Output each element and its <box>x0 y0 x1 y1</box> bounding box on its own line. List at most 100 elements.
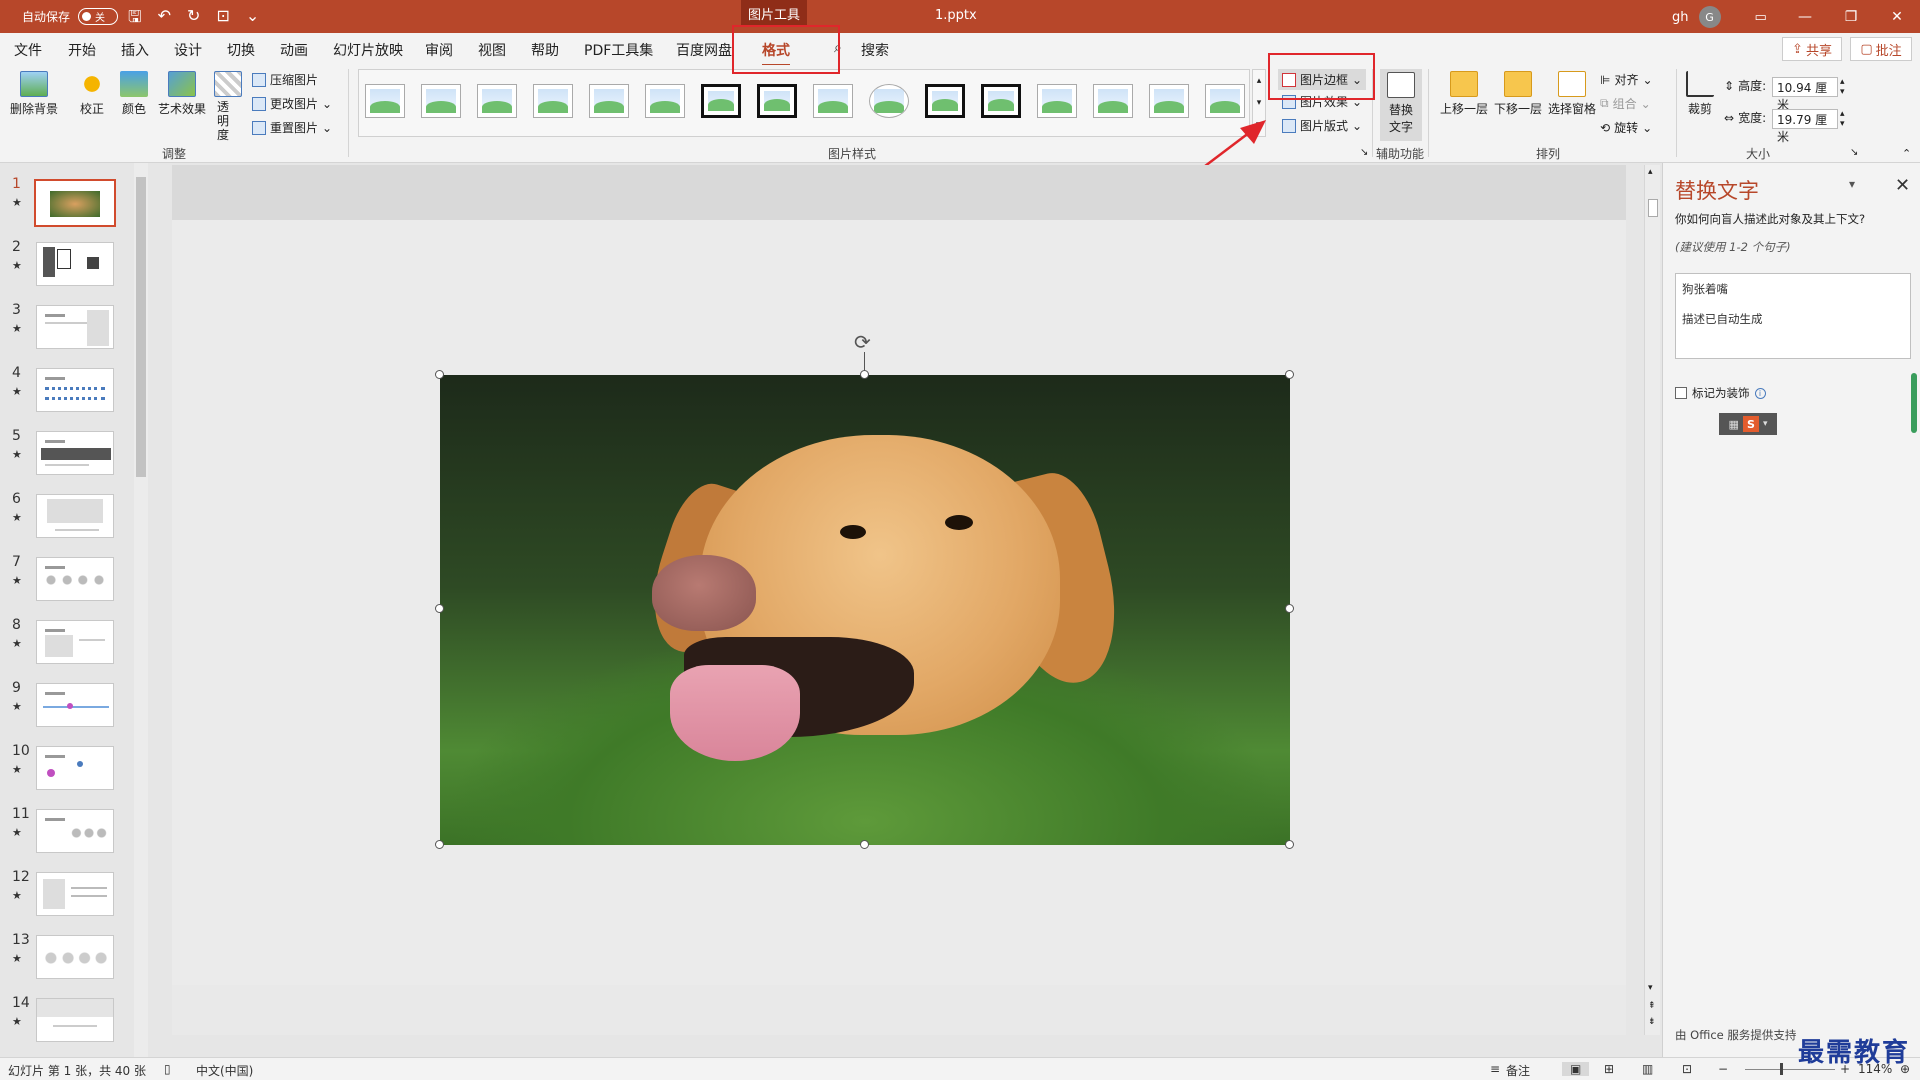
picture-style-10[interactable] <box>869 84 909 118</box>
chevron-down-icon[interactable]: ▾ <box>1257 98 1262 108</box>
share-button[interactable]: ⇪ 共享 <box>1782 37 1842 61</box>
slide-preview[interactable] <box>36 557 114 601</box>
selection-pane-button[interactable]: 选择窗格 <box>1546 71 1598 117</box>
close-icon[interactable]: ✕ <box>1874 0 1920 33</box>
close-icon[interactable]: ✕ <box>1895 175 1910 196</box>
pane-scrollbar[interactable] <box>1911 373 1917 433</box>
picture-style-12[interactable] <box>981 84 1021 118</box>
resize-handle-bottom-right[interactable] <box>1285 840 1294 849</box>
slide-preview[interactable] <box>36 746 114 790</box>
minimize-icon[interactable]: — <box>1782 0 1828 33</box>
next-slide-icon[interactable]: ⇟ <box>1648 1017 1656 1027</box>
dialog-launcher-icon[interactable]: ↘ <box>1360 147 1368 158</box>
picture-style-13[interactable] <box>1037 84 1077 118</box>
save-icon[interactable]: 🖫 <box>128 6 142 33</box>
avatar[interactable]: G <box>1698 6 1721 28</box>
tab-view[interactable]: 视图 <box>478 40 506 60</box>
tab-pdf-tools[interactable]: PDF工具集 <box>584 40 653 60</box>
tab-review[interactable]: 审阅 <box>425 40 453 60</box>
rotate-button[interactable]: ⟲ 旋转 ⌄ <box>1600 119 1652 136</box>
scroll-down-icon[interactable]: ▾ <box>1648 983 1653 993</box>
undo-icon[interactable]: ↶ <box>158 6 171 33</box>
dog-picture[interactable] <box>440 375 1290 845</box>
resize-handle-bottom-left[interactable] <box>435 840 444 849</box>
slide-thumbnail-1[interactable]: 1 ★ <box>0 176 148 239</box>
info-icon[interactable]: i <box>1754 387 1766 399</box>
send-backward-button[interactable]: 下移一层 <box>1492 71 1544 117</box>
user-area[interactable]: gh G ▭ <box>1672 6 1767 28</box>
accessibility-check-icon[interactable]: ▯ <box>164 1062 171 1076</box>
previous-slide-icon[interactable]: ⇞ <box>1648 1001 1656 1011</box>
tab-slideshow[interactable]: 幻灯片放映 <box>333 40 403 60</box>
slide-preview[interactable] <box>34 179 116 227</box>
rotate-handle-icon[interactable]: ⟳ <box>854 330 871 354</box>
slide-thumbnail-9[interactable]: 9 ★ <box>0 680 148 743</box>
zoom-out-icon[interactable]: − <box>1718 1062 1728 1076</box>
mark-decorative-checkbox[interactable]: 标记为装饰 i <box>1675 385 1766 401</box>
slideshow-icon[interactable]: ⊡ <box>1682 1062 1692 1076</box>
pane-options-icon[interactable]: ▾ <box>1849 177 1855 191</box>
notes-icon[interactable]: ≡ <box>1490 1062 1500 1076</box>
slide-thumbnail-4[interactable]: 4 ★ <box>0 365 148 428</box>
slide-thumbnail-10[interactable]: 10 ★ <box>0 743 148 806</box>
width-spinner[interactable]: ▴ ▾ <box>1840 109 1845 129</box>
slide-preview[interactable] <box>36 935 114 979</box>
zoom-slider-thumb[interactable] <box>1780 1063 1783 1075</box>
picture-style-9[interactable] <box>813 84 853 118</box>
sogou-icon[interactable]: S <box>1742 416 1759 432</box>
tab-design[interactable]: 设计 <box>174 40 202 60</box>
slide-thumbnail-2[interactable]: 2 ★ <box>0 239 148 302</box>
slide-thumbnail-13[interactable]: 13 ★ <box>0 932 148 995</box>
tab-file[interactable]: 文件 <box>14 40 42 60</box>
slide-preview[interactable] <box>36 872 114 916</box>
keyboard-icon[interactable]: ▦ <box>1729 418 1739 431</box>
tab-baidu-netdisk[interactable]: 百度网盘 <box>676 40 732 60</box>
reading-view-icon[interactable]: ▥ <box>1642 1062 1653 1076</box>
resize-handle-left[interactable] <box>435 604 444 613</box>
slide-thumbnail-8[interactable]: 8 ★ <box>0 617 148 680</box>
tab-animations[interactable]: 动画 <box>280 40 308 60</box>
reset-picture-button[interactable]: 重置图片 ⌄ <box>252 119 332 136</box>
collapse-ribbon-icon[interactable]: ⌃ <box>1902 147 1911 160</box>
group-button[interactable]: ⧉ 组合 ⌄ <box>1600 95 1651 112</box>
resize-handle-top-right[interactable] <box>1285 370 1294 379</box>
color-button[interactable]: 颜色 <box>116 71 152 117</box>
normal-view-icon[interactable]: ▣ <box>1562 1062 1590 1076</box>
picture-style-5[interactable] <box>589 84 629 118</box>
redo-icon[interactable]: ↻ <box>187 6 200 33</box>
checkbox-box[interactable] <box>1675 387 1687 399</box>
alt-text-button[interactable]: 替换 文字 <box>1380 69 1422 141</box>
slide-preview[interactable] <box>36 683 114 727</box>
transparency-button[interactable]: 透明度 <box>212 71 244 142</box>
resize-handle-top-left[interactable] <box>435 370 444 379</box>
picture-layout-button[interactable]: 图片版式 ⌄ <box>1282 117 1362 134</box>
tab-insert[interactable]: 插入 <box>121 40 149 60</box>
picture-style-3[interactable] <box>477 84 517 118</box>
ime-menu-icon[interactable]: ▾ <box>1763 419 1768 429</box>
slide-thumbnail-3[interactable]: 3 ★ <box>0 302 148 365</box>
picture-style-4[interactable] <box>533 84 573 118</box>
slide-thumbnail-12[interactable]: 12 ★ <box>0 869 148 932</box>
remove-background-button[interactable]: 删除背景 <box>8 71 60 117</box>
slide-thumbnail-6[interactable]: 6 ★ <box>0 491 148 554</box>
thumbnail-scrollbar[interactable] <box>134 163 148 1057</box>
picture-style-11[interactable] <box>925 84 965 118</box>
canvas-scrollbar[interactable]: ▴ ▾ ⇞ ⇟ <box>1644 165 1660 1035</box>
ribbon-display-icon[interactable]: ▭ <box>1755 10 1767 25</box>
slide-preview[interactable] <box>36 305 114 349</box>
alt-text-input[interactable]: 狗张着嘴 描述已自动生成 <box>1675 273 1911 359</box>
slide-preview[interactable] <box>36 809 114 853</box>
slide-preview[interactable] <box>36 431 114 475</box>
slide-thumbnail-11[interactable]: 11 ★ <box>0 806 148 869</box>
tab-help[interactable]: 帮助 <box>531 40 559 60</box>
slide-thumbnail-5[interactable]: 5 ★ <box>0 428 148 491</box>
slide-thumbnail-14[interactable]: 14 ★ <box>0 995 148 1058</box>
restore-icon[interactable]: ❐ <box>1828 0 1874 33</box>
slide-preview[interactable] <box>36 242 114 286</box>
bring-forward-button[interactable]: 上移一层 <box>1438 71 1490 117</box>
scrollbar-thumb[interactable] <box>1648 199 1658 217</box>
picture-style-8[interactable] <box>757 84 797 118</box>
resize-handle-top[interactable] <box>860 370 869 379</box>
resize-handle-bottom[interactable] <box>860 840 869 849</box>
notes-button[interactable]: 备注 <box>1506 1062 1530 1079</box>
